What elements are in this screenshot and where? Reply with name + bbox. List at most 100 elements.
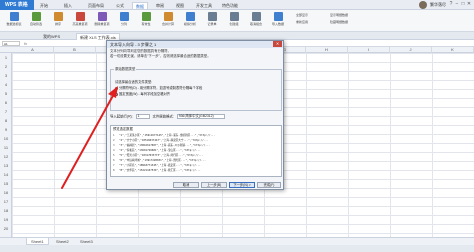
name-box[interactable]: A1 <box>2 41 20 46</box>
preview-row: 2 "2","大宁小区","18516037447","上海·静安区大宁...",… <box>113 139 209 142</box>
row-header[interactable]: 20 <box>0 226 12 231</box>
sheet-tab-bar: Sheet1 Sheet2 Sheet3 <box>0 237 474 245</box>
sheet-tab[interactable]: Sheet2 <box>52 238 73 245</box>
consolidate-button[interactable]: 合并计算 <box>158 12 178 30</box>
row-header[interactable]: 4 <box>0 82 12 87</box>
import-data-icon <box>273 12 283 21</box>
tab-page-layout[interactable]: 页面布局 <box>88 2 104 9</box>
ribbon-tab-bar: WPS 表格 开始 插入 页面布局 公式 数据 审阅 视图 开发工具 特色功能 … <box>0 0 474 10</box>
auto-filter-button[interactable]: 自动筛选 <box>26 12 46 30</box>
tab-special[interactable]: 特色功能 <box>222 2 238 9</box>
ungroup-icon <box>251 12 261 21</box>
finish-button[interactable]: 完成(F) <box>257 182 281 188</box>
document-tab-bar: 我的WPS 新建 XLS 工作表.xls <box>0 32 474 40</box>
tab-review[interactable]: 审阅 <box>156 2 164 9</box>
sort-button[interactable]: 排序 <box>48 12 68 30</box>
start-row-input[interactable]: 1 <box>135 114 150 119</box>
preview-row: 3 "3","福禄居","13816617007","上海·浦东·川沙新镇..."… <box>113 144 210 147</box>
row-header[interactable]: 17 <box>0 199 12 204</box>
ungroup-button[interactable]: 取消组合 <box>246 12 266 30</box>
highlight-duplicates-button[interactable]: 高亮重复项 <box>70 12 90 30</box>
import-data-button[interactable]: 导入数据 <box>268 12 288 30</box>
filter-icon <box>31 12 41 21</box>
row-header[interactable]: 2 <box>0 64 12 69</box>
row-header[interactable]: 9 <box>0 127 12 132</box>
status-bar <box>0 245 474 252</box>
description-line: 若一切设置无误，请单击“下一步”，否则请选择最合适的数据类型。 <box>110 53 211 58</box>
row-header[interactable]: 18 <box>0 208 12 213</box>
remove-duplicates-icon <box>97 12 107 21</box>
preview-row: 8 "8","文华苑","15221107539","上海·徐汇区...","ht… <box>113 169 201 172</box>
row-header[interactable]: 8 <box>0 118 12 123</box>
row-header[interactable]: 11 <box>0 145 12 150</box>
tab-view[interactable]: 视图 <box>176 2 184 9</box>
close-icon[interactable]: ✕ <box>466 1 472 8</box>
encoding-select[interactable]: 936:简体中文(GB2312) <box>176 114 225 119</box>
highlight-icon <box>75 12 85 21</box>
row-header[interactable]: 16 <box>0 190 12 195</box>
tab-insert[interactable]: 插入 <box>64 2 72 9</box>
row-header[interactable]: 7 <box>0 109 12 114</box>
encoding-label: 文件原始格式: <box>152 114 174 119</box>
radio-selected-icon[interactable] <box>115 86 118 90</box>
tab-workbook[interactable]: 新建 XLS 工作表.xls <box>76 33 120 40</box>
user-name[interactable]: 繁华落尽 <box>430 1 446 9</box>
row-header[interactable]: 10 <box>0 136 12 141</box>
group-subtitle: 请选择最合适的文件类型: <box>115 80 153 84</box>
radio-icon[interactable] <box>115 92 118 96</box>
avatar[interactable] <box>419 1 427 9</box>
row-header[interactable]: 6 <box>0 100 12 105</box>
fixed-width-label: 固定宽度(W) - 每列字段加空格对齐 <box>119 92 171 96</box>
tab-home[interactable]: 开始 <box>40 2 48 9</box>
validation-icon <box>141 12 151 21</box>
wps-menu-button[interactable]: WPS 表格 <box>0 0 34 10</box>
show-all-button[interactable]: 全部显示 <box>296 13 308 18</box>
row-header[interactable]: 1 <box>0 55 12 60</box>
next-button[interactable]: 下一步(N) > <box>229 182 255 188</box>
text-import-wizard-dialog: 文本导入向导 - 3 步骤之 1 ✕ 文本分列向导判定您的数据具有分隔符。 若一… <box>106 40 284 190</box>
row-header[interactable]: 3 <box>0 73 12 78</box>
form-button[interactable]: 记录单 <box>202 12 222 30</box>
spreadsheet-window: WPS 表格 开始 插入 页面布局 公式 数据 审阅 视图 开发工具 特色功能 … <box>0 0 474 252</box>
hide-detail-button[interactable]: 隐藏明细数据 <box>330 20 348 25</box>
fixed-width-option[interactable]: 固定宽度(W) - 每列字段加空格对齐 <box>115 92 170 96</box>
pivot-table-button[interactable]: 数据透视表 <box>4 12 24 30</box>
split-column-icon <box>119 12 129 21</box>
pivot-table-icon <box>9 12 19 21</box>
row-header[interactable]: 12 <box>0 154 12 159</box>
tab-data[interactable]: 数据 <box>132 2 148 9</box>
preview-panel[interactable]: 预览选定数据 1 "1","王某某小区","15911677145","上海·浦东… <box>110 125 282 177</box>
sheet-tab[interactable]: Sheet1 <box>26 238 49 245</box>
validation-button[interactable]: 有效性 <box>136 12 156 30</box>
row-header[interactable]: 19 <box>0 217 12 222</box>
preview-row: 4 "4","家和苑","13601726681","上海·宝山区...","ht… <box>113 149 201 152</box>
preview-row: 6 "6","中远两湾城","13917228031","上海·普陀区...","… <box>113 159 206 162</box>
group-button[interactable]: 创建组 <box>224 12 244 30</box>
show-detail-button[interactable]: 显示明细数据 <box>330 13 348 18</box>
preview-row: 7 "7","小区名","18918771345","上海·嘉定区...","ht… <box>113 164 201 167</box>
row-header[interactable]: 13 <box>0 163 12 168</box>
row-header[interactable]: 14 <box>0 172 12 177</box>
delimited-label: 分隔符号(D) - 用分隔字符，如逗号或制表符分隔每个字段 <box>119 86 203 90</box>
dialog-button-bar: 取消 上一步(B) 下一步(N) > 完成(F) <box>107 181 283 190</box>
cancel-button[interactable]: 取消 <box>173 182 199 188</box>
row-header[interactable]: 15 <box>0 181 12 186</box>
reapply-button[interactable]: 重新应用 <box>296 20 308 25</box>
remove-duplicates-button[interactable]: 删除重复项 <box>92 12 112 30</box>
tab-formula[interactable]: 公式 <box>116 2 124 9</box>
tab-my-wps[interactable]: 我的WPS <box>40 33 63 40</box>
row-header[interactable]: 5 <box>0 91 12 96</box>
delimited-option[interactable]: 分隔符号(D) - 用分隔字符，如逗号或制表符分隔每个字段 <box>115 86 202 90</box>
preview-title: 预览选定数据 <box>113 127 133 131</box>
sheet-tab[interactable]: Sheet3 <box>76 238 97 245</box>
consolidate-icon <box>163 12 173 21</box>
dialog-description: 文本分列向导判定您的数据具有分隔符。 若一切设置无误，请单击“下一步”，否则请选… <box>110 49 280 58</box>
what-if-button[interactable]: 模拟分析 <box>180 12 200 30</box>
split-column-button[interactable]: 分列 <box>114 12 134 30</box>
dialog-close-icon[interactable]: ✕ <box>273 41 282 47</box>
form-icon <box>207 12 217 21</box>
tab-developer[interactable]: 开发工具 <box>196 2 212 9</box>
row-headers: 1 2 3 4 5 6 7 8 9 10 11 12 13 14 15 16 1… <box>0 53 12 237</box>
prev-button[interactable]: 上一步(B) <box>201 182 227 188</box>
fx-icon[interactable]: fx <box>24 41 27 46</box>
